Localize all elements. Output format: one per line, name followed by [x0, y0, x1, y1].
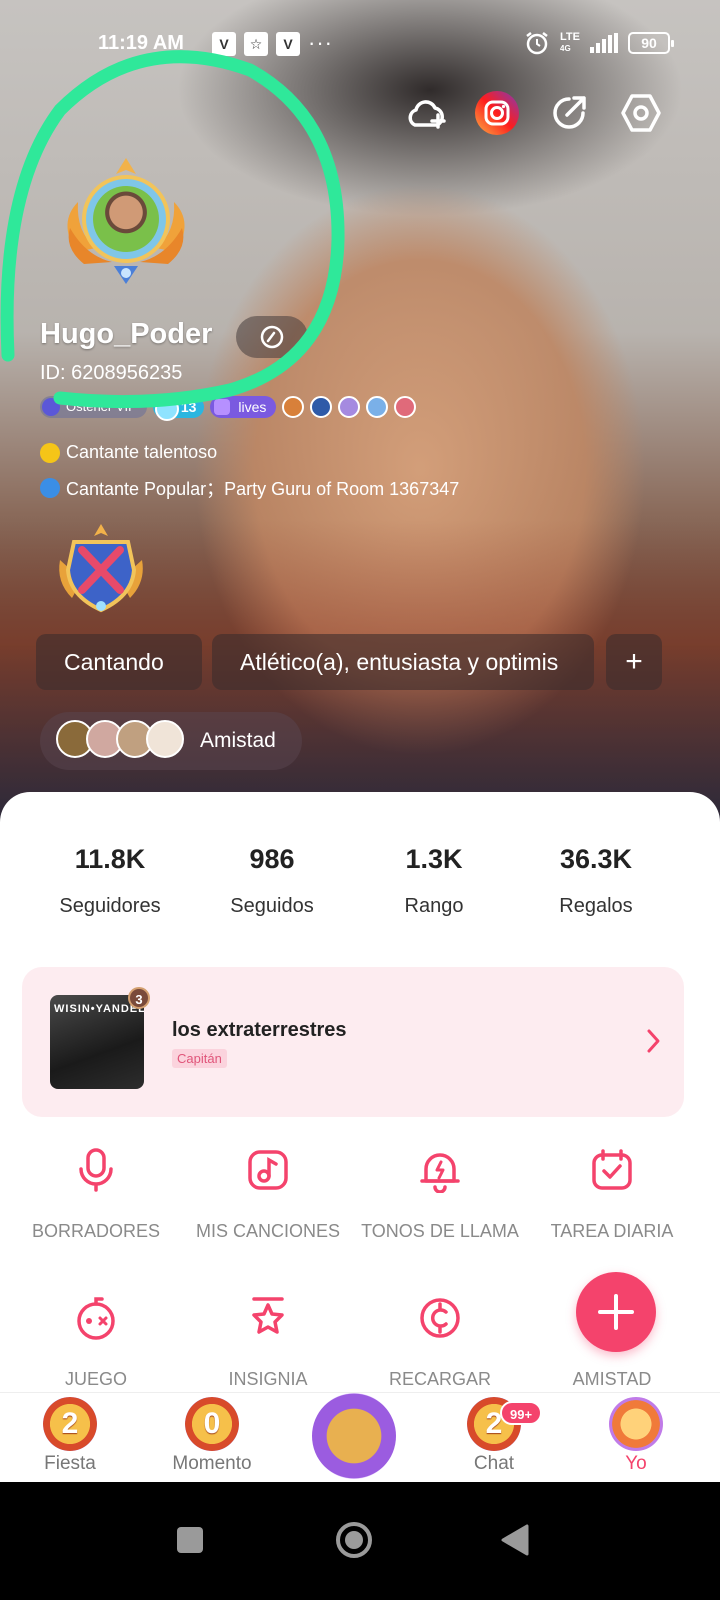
share-icon[interactable] — [546, 90, 592, 136]
group-card[interactable]: WISIN•YANDEL 3 los extraterrestres Capit… — [22, 967, 684, 1117]
friendship-label: Amistad — [200, 729, 276, 752]
instagram-icon[interactable] — [474, 90, 520, 136]
stat-followers[interactable]: 11.8K Seguidores — [20, 844, 200, 918]
stat-gifts[interactable]: 36.3K Regalos — [506, 844, 686, 918]
nav-momento[interactable]: 0 Momento — [152, 1397, 272, 1475]
calendar-check-icon — [589, 1147, 635, 1193]
tag-popular-singer: Cantante Popular；Party Guru of Room 1367… — [40, 475, 459, 501]
menu-drafts[interactable]: BORRADORES — [6, 1147, 186, 1242]
music-note-icon — [245, 1147, 291, 1193]
system-nav-bar — [0, 1482, 720, 1600]
stat-following[interactable]: 986 Seguidos — [182, 844, 362, 918]
home-icon[interactable] — [334, 1520, 374, 1560]
edit-icon — [260, 325, 284, 349]
alarm-icon — [526, 32, 548, 55]
group-role-tag: Capitán — [172, 1049, 227, 1068]
top-actions — [400, 90, 680, 136]
nav-center-lion-icon[interactable] — [312, 1393, 396, 1479]
chat-unread-badge: 99+ — [500, 1401, 543, 1425]
crest-badge-icon[interactable] — [52, 520, 150, 616]
microphone-icon — [73, 1147, 119, 1193]
friend-avatar-4 — [146, 720, 184, 758]
settings-icon[interactable] — [618, 90, 664, 136]
medal-icon-1[interactable] — [282, 396, 305, 418]
chip-cantando[interactable]: Cantando — [36, 634, 202, 690]
level-badge[interactable]: 13 — [152, 396, 205, 421]
avatar[interactable] — [93, 186, 159, 252]
add-button[interactable] — [576, 1272, 656, 1352]
more-notifications-icon: ··· — [308, 30, 333, 55]
profile-panel: 11.8K Seguidores 986 Seguidos 1.3K Rango… — [0, 792, 720, 1392]
add-friend-icon[interactable] — [404, 90, 450, 136]
nav-chat[interactable]: 2 Chat 99+ — [434, 1397, 554, 1475]
medal-icon-4[interactable] — [366, 396, 389, 418]
medal-icon-3[interactable] — [338, 396, 361, 418]
singer-icon — [40, 478, 60, 498]
back-icon[interactable] — [494, 1520, 534, 1560]
username: Hugo_Poder — [40, 318, 213, 350]
signal-icon — [590, 33, 618, 53]
recent-apps-icon[interactable] — [170, 1520, 210, 1560]
badge-row: Ostener VIP 13 lives — [40, 394, 417, 421]
tag-talented-singer: Cantante talentoso — [40, 442, 217, 463]
medal-icon-2[interactable] — [310, 396, 333, 418]
stat-rank[interactable]: 1.3K Rango — [344, 844, 524, 918]
plus-icon — [598, 1294, 634, 1330]
bell-icon — [417, 1147, 463, 1193]
notification-star-icon: ☆ — [244, 32, 268, 56]
edit-profile-button[interactable] — [236, 316, 308, 358]
notification-icons: V ☆ V ··· — [212, 32, 333, 56]
chip-personality[interactable]: Atlético(a), entusiasta y optimis — [212, 634, 594, 690]
profile-header: 11:19 AM V ☆ V ··· LTE 4G 90 Hugo_Poder … — [0, 0, 720, 830]
medal-icon-5[interactable] — [394, 396, 417, 418]
menu-badge[interactable]: INSIGNIA — [178, 1295, 358, 1390]
group-image: WISIN•YANDEL — [50, 995, 144, 1089]
menu-recharge[interactable]: RECARGAR — [350, 1295, 530, 1390]
fiesta-icon: 2 — [43, 1397, 97, 1451]
notification-v2-icon: V — [276, 32, 300, 56]
lives-badge[interactable]: lives — [210, 396, 277, 418]
network-indicator: LTE 4G — [560, 31, 580, 54]
status-right: LTE 4G 90 — [524, 30, 674, 56]
group-name: los extraterrestres — [172, 1019, 347, 1041]
menu-daily-task[interactable]: TAREA DIARIA — [522, 1147, 702, 1242]
battery-icon: 90 — [628, 32, 674, 54]
friendship-bar[interactable]: Amistad — [40, 712, 302, 770]
menu-my-songs[interactable]: MIS CANCIONES — [178, 1147, 358, 1242]
nav-yo[interactable]: Yo — [576, 1397, 696, 1475]
avatar-frame[interactable] — [56, 152, 196, 292]
group-count-badge: 3 — [128, 987, 150, 1009]
status-bar: 11:19 AM V ☆ V ··· LTE 4G 90 — [0, 26, 720, 66]
coin-icon — [417, 1295, 463, 1341]
menu-ringtones[interactable]: TONOS DE LLAMA — [350, 1147, 530, 1242]
badge-icon — [245, 1295, 291, 1341]
profile-tab-icon — [609, 1397, 663, 1451]
momento-icon: 0 — [185, 1397, 239, 1451]
bottom-nav: 2 Fiesta 0 Momento 2 Chat 99+ Yo — [0, 1392, 720, 1482]
star-icon — [40, 442, 60, 463]
vip-badge[interactable]: Ostener VIP — [40, 396, 147, 418]
user-id: ID: 6208956235 — [40, 362, 183, 384]
chevron-right-icon — [647, 1029, 660, 1053]
add-chip-button[interactable]: + — [606, 634, 662, 690]
nav-fiesta[interactable]: 2 Fiesta — [10, 1397, 130, 1475]
gamepad-icon — [73, 1295, 119, 1341]
notification-v-icon: V — [212, 32, 236, 56]
menu-game[interactable]: JUEGO — [6, 1295, 186, 1390]
status-time: 11:19 AM — [98, 32, 184, 54]
